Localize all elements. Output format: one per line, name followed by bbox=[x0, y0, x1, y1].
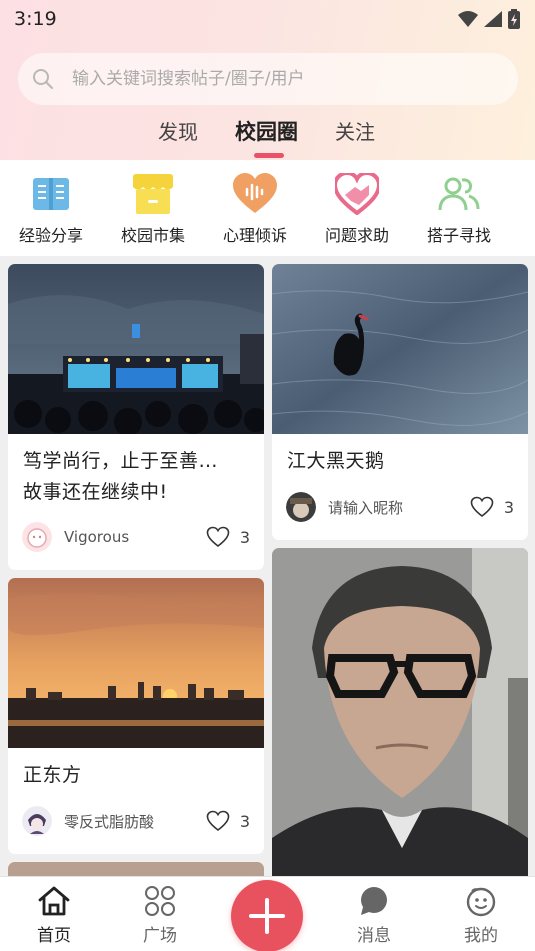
shop-icon bbox=[133, 174, 173, 214]
category-experience-share[interactable]: 经验分享 bbox=[0, 160, 102, 256]
avatar[interactable] bbox=[22, 522, 52, 552]
avatar[interactable] bbox=[22, 806, 52, 836]
status-bar: 3:19 bbox=[0, 0, 535, 38]
post-card[interactable]: 笃学尚行，止于至善… 故事还在继续中! Vigorous 3 bbox=[8, 264, 264, 570]
category-partner-finding[interactable]: 搭子寻找 bbox=[408, 160, 510, 256]
author-name[interactable]: 请输入昵称 bbox=[328, 497, 470, 518]
like-count: 3 bbox=[503, 497, 514, 517]
smile-face-icon bbox=[466, 887, 496, 917]
post-card[interactable] bbox=[272, 548, 528, 876]
heart-outline-icon bbox=[206, 810, 230, 832]
search-bar[interactable] bbox=[18, 53, 518, 105]
sunset-skyline-photo bbox=[8, 578, 264, 748]
nav-profile[interactable]: 我的 bbox=[451, 885, 511, 946]
wifi-icon bbox=[458, 11, 478, 27]
post-title: 笃学尚行，止于至善… bbox=[23, 450, 219, 472]
tab-follow[interactable]: 关注 bbox=[335, 116, 375, 145]
nav-label: 我的 bbox=[464, 926, 498, 946]
plus-icon bbox=[249, 898, 285, 934]
heart-outline-icon bbox=[470, 496, 494, 518]
nav-square[interactable]: 广场 bbox=[130, 885, 190, 946]
top-tab-bar: 发现 校园圈 关注 bbox=[0, 116, 535, 160]
nav-label: 消息 bbox=[357, 926, 391, 946]
category-campus-market[interactable]: 校园市集 bbox=[102, 160, 204, 256]
chat-bubble-icon bbox=[361, 887, 387, 915]
category-help-request[interactable]: 问题求助 bbox=[306, 160, 408, 256]
category-label: 心理倾诉 bbox=[222, 226, 287, 245]
like-count: 3 bbox=[239, 811, 250, 831]
post-meta: 零反式脂肪酸 3 bbox=[22, 806, 250, 836]
like-button[interactable]: 3 bbox=[206, 526, 250, 548]
tab-campus-circle[interactable]: 校园圈 bbox=[235, 116, 298, 146]
like-button[interactable]: 3 bbox=[206, 810, 250, 832]
man-with-glasses-photo bbox=[272, 548, 528, 876]
post-card[interactable]: 正东方 零反式脂肪酸 3 bbox=[8, 578, 264, 854]
post-title-line2: 故事还在继续中! bbox=[23, 481, 168, 503]
post-meta: 请输入昵称 3 bbox=[286, 492, 514, 522]
signal-icon bbox=[484, 11, 502, 27]
nav-messages[interactable]: 消息 bbox=[344, 885, 404, 946]
like-button[interactable]: 3 bbox=[470, 496, 514, 518]
category-label: 搭子寻找 bbox=[426, 226, 491, 245]
category-bar: 经验分享 校园市集 心理倾诉 问题求助 搭子寻找 bbox=[0, 160, 535, 256]
create-post-button[interactable] bbox=[231, 880, 303, 951]
category-label: 问题求助 bbox=[324, 226, 389, 245]
nav-label: 广场 bbox=[143, 926, 177, 946]
category-label: 经验分享 bbox=[18, 226, 83, 245]
heart-handshake-icon bbox=[335, 173, 379, 215]
tab-discover[interactable]: 发现 bbox=[158, 116, 198, 145]
post-title: 正东方 bbox=[23, 764, 82, 786]
post-title: 江大黑天鹅 bbox=[287, 450, 385, 472]
black-swan-photo bbox=[272, 264, 528, 434]
search-input[interactable] bbox=[72, 69, 492, 89]
post-feed[interactable]: 笃学尚行，止于至善… 故事还在继续中! Vigorous 3 江大黑天鹅 请输入… bbox=[0, 256, 535, 876]
author-name[interactable]: Vigorous bbox=[64, 528, 206, 546]
concert-stage-photo bbox=[8, 264, 264, 434]
like-count: 3 bbox=[239, 527, 250, 547]
active-tab-indicator bbox=[254, 153, 284, 158]
book-icon bbox=[33, 178, 69, 210]
avatar[interactable] bbox=[286, 492, 316, 522]
search-icon bbox=[33, 69, 53, 89]
post-meta: Vigorous 3 bbox=[22, 522, 250, 552]
post-photo bbox=[8, 862, 264, 876]
heart-outline-icon bbox=[206, 526, 230, 548]
battery-icon bbox=[508, 9, 520, 29]
grid-circles-icon bbox=[145, 886, 175, 916]
heart-voice-icon bbox=[233, 173, 277, 213]
category-label: 校园市集 bbox=[120, 226, 185, 245]
status-time: 3:19 bbox=[14, 8, 57, 30]
home-icon bbox=[38, 886, 70, 916]
nav-home[interactable]: 首页 bbox=[24, 885, 84, 946]
nav-label: 首页 bbox=[37, 926, 71, 946]
post-card[interactable] bbox=[8, 862, 264, 876]
status-icons bbox=[457, 9, 521, 29]
people-icon bbox=[438, 177, 480, 211]
author-name[interactable]: 零反式脂肪酸 bbox=[64, 811, 206, 832]
post-card[interactable]: 江大黑天鹅 请输入昵称 3 bbox=[272, 264, 528, 540]
category-psych-talk[interactable]: 心理倾诉 bbox=[204, 160, 306, 256]
